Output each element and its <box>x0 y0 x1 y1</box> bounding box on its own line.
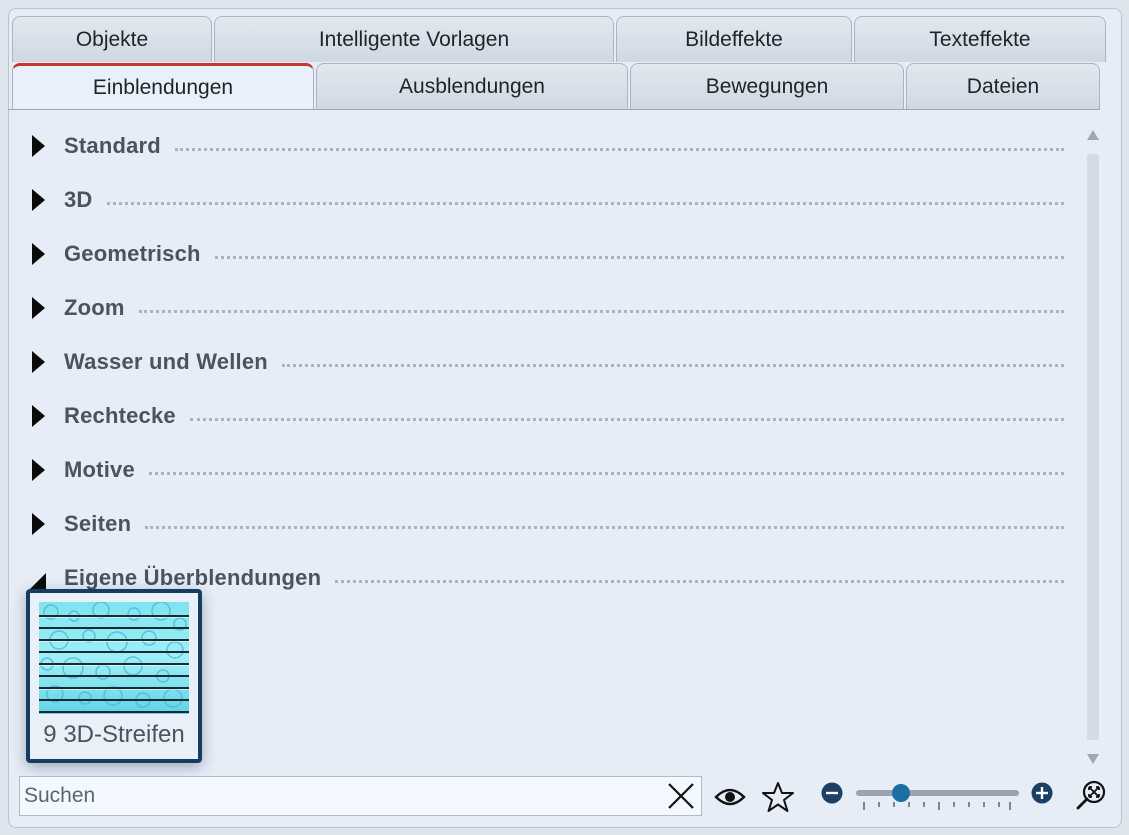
expand-arrow-icon[interactable] <box>32 351 45 373</box>
search-box <box>19 776 702 816</box>
dotted-separator <box>148 471 1064 475</box>
tab-bewegungen[interactable]: Bewegungen <box>630 63 904 109</box>
plus-circle-icon[interactable] <box>1030 781 1054 805</box>
close-icon[interactable] <box>663 778 699 814</box>
effect-tile-3d-streifen[interactable]: 9 3D-Streifen <box>26 589 202 763</box>
category-label: Motive <box>64 457 135 482</box>
dotted-separator <box>145 525 1064 529</box>
category-motive[interactable]: Motive <box>28 452 1068 488</box>
dotted-separator <box>174 147 1064 151</box>
expand-arrow-icon[interactable] <box>32 297 45 319</box>
tab-intelligente-vorlagen[interactable]: Intelligente Vorlagen <box>214 16 614 62</box>
expand-arrow-icon[interactable] <box>32 513 45 535</box>
category-label: Zoom <box>64 295 125 320</box>
tab-divider <box>8 109 1100 110</box>
effect-thumbnail <box>39 602 189 714</box>
tab-row-top: Objekte Intelligente Vorlagen Bildeffekt… <box>12 16 1108 62</box>
dotted-separator <box>138 309 1064 313</box>
category-label: 3D <box>64 187 93 212</box>
category-rechtecke[interactable]: Rechtecke <box>28 398 1068 434</box>
dotted-separator <box>189 417 1064 421</box>
category-label: Wasser und Wellen <box>64 349 268 374</box>
tab-bildeffekte[interactable]: Bildeffekte <box>616 16 852 62</box>
tab-objekte[interactable]: Objekte <box>12 16 212 62</box>
category-label: Geometrisch <box>64 241 201 266</box>
expand-arrow-icon[interactable] <box>32 405 45 427</box>
tab-einblendungen[interactable]: Einblendungen <box>12 63 314 110</box>
expand-arrow-icon[interactable] <box>32 135 45 157</box>
expand-arrow-icon[interactable] <box>32 459 45 481</box>
dotted-separator <box>214 255 1064 259</box>
zoom-fit-icon[interactable] <box>1074 778 1108 812</box>
category-seiten[interactable]: Seiten <box>28 506 1068 542</box>
category-zoom[interactable]: Zoom <box>28 290 1068 326</box>
vertical-scrollbar[interactable] <box>1080 122 1106 770</box>
category-label: Rechtecke <box>64 403 176 428</box>
effect-tile-label: 9 3D-Streifen <box>43 721 185 748</box>
search-input[interactable] <box>20 777 663 815</box>
dotted-separator <box>106 201 1064 205</box>
dotted-separator <box>281 363 1064 367</box>
tab-dateien[interactable]: Dateien <box>906 63 1100 109</box>
category-label: Eigene Überblendungen <box>64 565 322 590</box>
category-3d[interactable]: 3D <box>28 182 1068 218</box>
zoom-slider[interactable] <box>852 780 1022 814</box>
eye-icon[interactable] <box>713 780 747 814</box>
scroll-up-arrow-icon[interactable] <box>1087 130 1099 140</box>
category-standard[interactable]: Standard <box>28 128 1068 164</box>
category-label: Standard <box>64 133 161 158</box>
collapse-arrow-icon[interactable] <box>30 573 46 589</box>
expand-arrow-icon[interactable] <box>32 243 45 265</box>
scroll-down-arrow-icon[interactable] <box>1087 754 1099 764</box>
category-wasser-und-wellen[interactable]: Wasser und Wellen <box>28 344 1068 380</box>
scroll-track[interactable] <box>1087 154 1099 740</box>
star-icon[interactable] <box>760 779 796 815</box>
zoom-slider-track <box>856 790 1019 796</box>
category-geometrisch[interactable]: Geometrisch <box>28 236 1068 272</box>
minus-circle-icon[interactable] <box>820 781 844 805</box>
tab-ausblendungen[interactable]: Ausblendungen <box>316 63 628 109</box>
zoom-slider-ticks <box>863 802 1011 810</box>
expand-arrow-icon[interactable] <box>32 189 45 211</box>
category-label: Seiten <box>64 511 132 536</box>
tab-texteffekte[interactable]: Texteffekte <box>854 16 1106 62</box>
zoom-slider-handle[interactable] <box>892 784 911 802</box>
tab-row-bottom: Einblendungen Ausblendungen Bewegungen D… <box>12 63 1102 110</box>
dotted-separator <box>335 579 1064 583</box>
